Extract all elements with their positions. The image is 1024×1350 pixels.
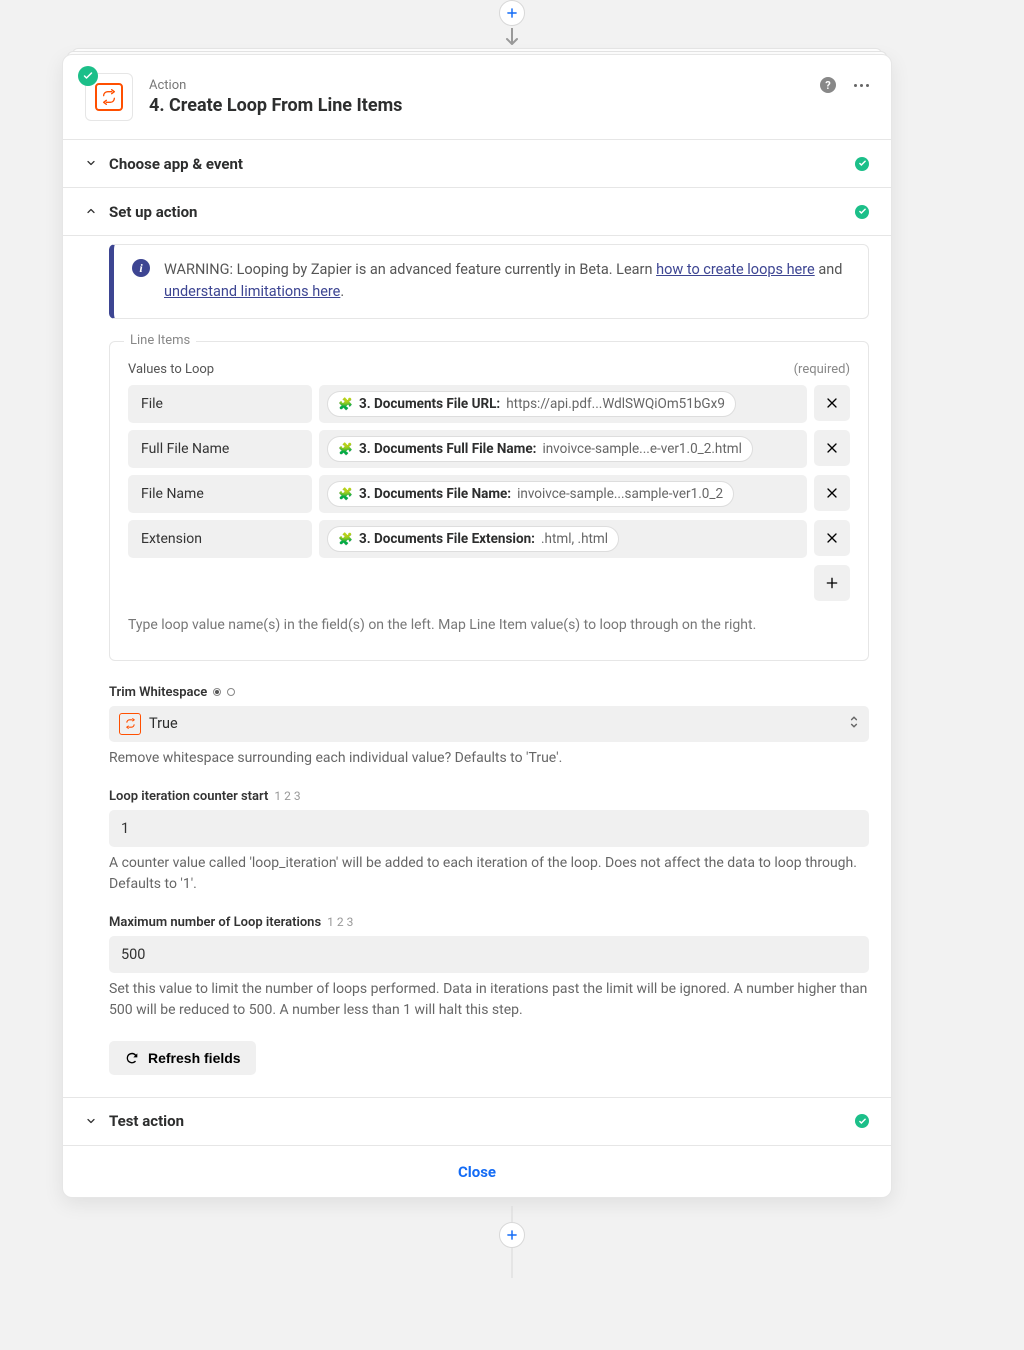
check-icon (855, 157, 869, 171)
section-choose-app[interactable]: Choose app & event (63, 139, 891, 187)
app-icon (85, 73, 133, 121)
line-item-row: Extension 🧩 3. Documents File Extension:… (128, 520, 850, 558)
close-icon (824, 530, 840, 546)
counter-input[interactable]: 1 (109, 810, 869, 847)
chevron-down-icon (85, 154, 97, 173)
close-icon (824, 395, 840, 411)
info-banner: i WARNING: Looping by Zapier is an advan… (109, 244, 869, 319)
trim-whitespace-field: Trim Whitespace True Remove white (109, 685, 869, 769)
check-badge-icon (78, 66, 98, 86)
plus-icon (505, 1228, 519, 1242)
puzzle-icon: 🧩 (338, 532, 353, 546)
line-items-hint: Type loop value name(s) in the field(s) … (128, 615, 850, 636)
add-step-bottom-button[interactable] (499, 1222, 525, 1248)
help-icon[interactable]: ? (820, 77, 836, 93)
remove-row-button[interactable] (814, 385, 850, 421)
chevron-down-icon (85, 1112, 97, 1131)
refresh-icon (124, 1050, 140, 1066)
link-create-loops[interactable]: how to create loops here (656, 261, 815, 278)
chevron-up-icon (85, 202, 97, 221)
max-iterations-field: Maximum number of Loop iterations 1 2 3 … (109, 915, 869, 1021)
max-iterations-input[interactable]: 500 (109, 936, 869, 973)
line-item-row: Full File Name 🧩 3. Documents Full File … (128, 430, 850, 468)
value-key-input[interactable]: File (128, 385, 312, 423)
value-map-input[interactable]: 🧩 3. Documents Full File Name: invoivce-… (319, 430, 807, 468)
value-key-input[interactable]: Extension (128, 520, 312, 558)
action-card: Action 4. Create Loop From Line Items ? … (62, 54, 892, 1198)
required-label: (required) (794, 362, 850, 377)
value-key-input[interactable]: File Name (128, 475, 312, 513)
info-icon: i (132, 259, 150, 277)
radio-icon (227, 688, 235, 696)
eyebrow: Action (149, 78, 402, 93)
connector-line (512, 1248, 513, 1278)
add-step-top-button[interactable] (499, 0, 525, 26)
trim-whitespace-select[interactable]: True (109, 706, 869, 742)
card-header: Action 4. Create Loop From Line Items ? (63, 55, 891, 139)
puzzle-icon: 🧩 (338, 487, 353, 501)
value-key-input[interactable]: Full File Name (128, 430, 312, 468)
link-limitations[interactable]: understand limitations here (164, 283, 340, 300)
check-icon (855, 205, 869, 219)
close-icon (824, 440, 840, 456)
more-menu-button[interactable] (854, 84, 869, 87)
value-map-input[interactable]: 🧩 3. Documents File Name: invoivce-sampl… (319, 475, 807, 513)
puzzle-icon: 🧩 (338, 397, 353, 411)
counter-field: Loop iteration counter start 1 2 3 1 A c… (109, 789, 869, 895)
plus-icon (505, 6, 519, 20)
remove-row-button[interactable] (814, 475, 850, 511)
refresh-fields-button[interactable]: Refresh fields (109, 1041, 256, 1075)
value-map-input[interactable]: 🧩 3. Documents File URL: https://api.pdf… (319, 385, 807, 423)
close-button[interactable]: Close (458, 1163, 496, 1181)
page-title: 4. Create Loop From Line Items (149, 95, 402, 116)
section-test-action[interactable]: Test action (63, 1097, 891, 1145)
line-item-row: File Name 🧩 3. Documents File Name: invo… (128, 475, 850, 513)
chevron-updown-icon (849, 714, 859, 734)
close-icon (824, 485, 840, 501)
fieldset-legend: Line Items (124, 333, 196, 348)
puzzle-icon: 🧩 (338, 442, 353, 456)
remove-row-button[interactable] (814, 520, 850, 556)
radio-icon (213, 688, 221, 696)
line-item-row: File 🧩 3. Documents File URL: https://ap… (128, 385, 850, 423)
section-setup-action[interactable]: Set up action (63, 188, 891, 235)
line-items-fieldset: Line Items Values to Loop (required) Fil… (109, 341, 869, 661)
loop-icon (95, 83, 123, 111)
values-label: Values to Loop (128, 362, 214, 377)
add-row-button[interactable] (814, 565, 850, 601)
loop-icon (119, 713, 141, 735)
value-map-input[interactable]: 🧩 3. Documents File Extension: .html, .h… (319, 520, 807, 558)
check-icon (855, 1114, 869, 1128)
remove-row-button[interactable] (814, 430, 850, 466)
